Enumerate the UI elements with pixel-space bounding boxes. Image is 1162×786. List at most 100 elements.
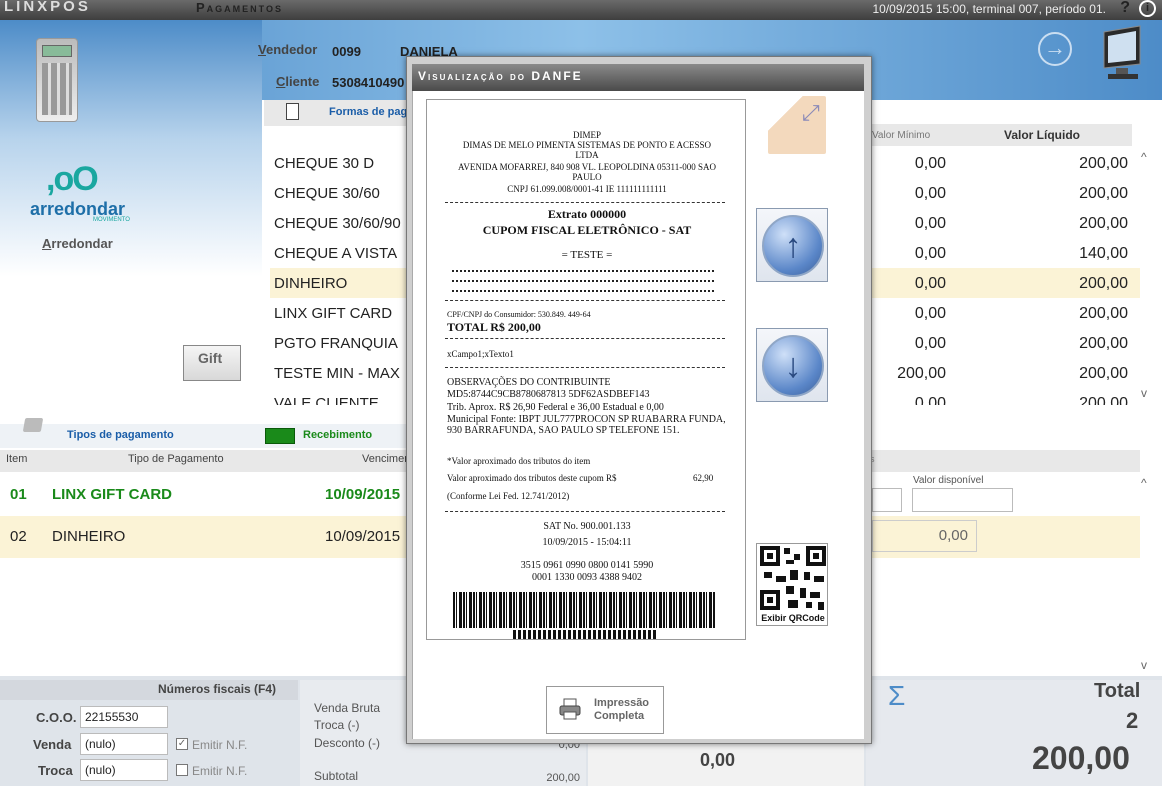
- arredondar-logo-sub: MOVIMENTO: [93, 217, 130, 223]
- header-tipo: Tipo de Pagamento: [128, 453, 224, 465]
- receipt-divider: [445, 338, 725, 339]
- row-value-input[interactable]: 0,00: [872, 520, 977, 552]
- payment-method-item[interactable]: CHEQUE 30/60: [270, 179, 410, 209]
- scroll-up-icon[interactable]: ^: [1141, 150, 1147, 164]
- receipt-divider: [445, 300, 725, 301]
- recebimento-indicator: [265, 428, 295, 444]
- row-tipo: DINHEIRO: [52, 528, 126, 545]
- emitir-nf-checkbox[interactable]: [176, 764, 188, 776]
- receipt-divider: [445, 202, 725, 203]
- liquid-value: 200,00: [1079, 275, 1128, 292]
- status-text: 10/09/2015 15:00, terminal 007, período …: [872, 2, 1106, 16]
- receipt-line: DIMEP: [572, 130, 601, 140]
- venda-label: Venda: [33, 737, 72, 752]
- monitor-icon[interactable]: [1096, 24, 1146, 84]
- available-label: Valor disponível: [913, 475, 984, 486]
- seller-code: 0099: [332, 44, 361, 59]
- receipt-divider: [445, 511, 725, 512]
- receipt-obs: OBSERVAÇÕES DO CONTRIBUINTE: [447, 377, 611, 388]
- arrow-up-icon: ↑: [762, 215, 824, 277]
- row-tipo: LINX GIFT CARD: [52, 486, 172, 503]
- receipt-aprox2-value: 62,90: [693, 473, 714, 483]
- min-value: 0,00: [914, 245, 946, 262]
- receipt-datetime: 10/09/2015 - 15:04:11: [542, 537, 632, 548]
- troca-minus-label: Troca (-): [314, 718, 360, 732]
- liquid-value: 200,00: [1079, 215, 1128, 232]
- total-value: 200,00: [1032, 740, 1130, 776]
- receipt-preview: DIMEP DIMAS DE MELO PIMENTA SISTEMAS DE …: [426, 99, 746, 640]
- min-value: 200,00: [897, 365, 946, 382]
- liquid-value: 200,00: [1079, 305, 1128, 322]
- available-input[interactable]: [912, 488, 1013, 512]
- scroll-up-button[interactable]: ↑: [756, 208, 828, 282]
- row-venc: 10/09/2015: [325, 528, 401, 545]
- payment-method-item[interactable]: DINHEIRO: [270, 269, 410, 299]
- receipt-cupom: CUPOM FISCAL ELETRÔNICO - SAT: [482, 223, 692, 237]
- total-count: 2: [1126, 708, 1139, 733]
- scroll-up-icon[interactable]: ^: [1141, 476, 1147, 490]
- arredondar-logo: ,oO: [46, 160, 99, 198]
- receipt-key: 3515 0961 0990 0800 0141 5990: [520, 560, 654, 571]
- change-value: 0,00: [700, 750, 736, 770]
- liquid-value: 200,00: [1079, 155, 1128, 172]
- payment-method-item[interactable]: VALE CLIENTE: [270, 389, 410, 405]
- printer-icon: [559, 698, 581, 720]
- recebimento-label[interactable]: Recebimento: [303, 429, 372, 441]
- row-item: 02: [10, 528, 27, 545]
- print-full-label: Impressão Completa: [594, 697, 649, 723]
- receipt-campo: xCampo1;xTexto1: [447, 349, 514, 359]
- payment-method-item[interactable]: PGTO FRANQUIA: [270, 329, 410, 359]
- print-label-line2: Completa: [594, 710, 645, 722]
- emitir-nf-label: Emitir N.F.: [192, 738, 248, 752]
- payment-method-item[interactable]: CHEQUE A VISTA: [270, 239, 410, 269]
- screen-title: Pagamentos: [196, 0, 284, 15]
- receipt-lei: (Conforme Lei Fed. 12.741/2012): [447, 491, 570, 501]
- receipt-divider: [452, 280, 714, 282]
- troca-input[interactable]: (nulo): [80, 759, 168, 781]
- receipt-teste: = TESTE =: [561, 249, 613, 261]
- info-icon[interactable]: i: [1139, 0, 1156, 17]
- emitir-nf-checkbox[interactable]: ✓: [176, 738, 188, 750]
- row-item: 01: [10, 486, 27, 503]
- tipos-label[interactable]: Tipos de pagamento: [67, 429, 174, 441]
- liquid-value: 200,00: [1079, 335, 1128, 352]
- qrcode-strip: [513, 630, 657, 639]
- receipt-key: 0001 1330 0093 4388 9402: [532, 572, 642, 583]
- venda-input[interactable]: (nulo): [80, 733, 168, 755]
- barcode-image: [453, 592, 715, 628]
- payment-method-item[interactable]: LINX GIFT CARD: [270, 299, 410, 329]
- receipt-fonte: Municipal Fonte: IBPT JUL777PROCON SP RU…: [447, 414, 726, 436]
- card-icon: [22, 418, 44, 432]
- brand-logo: LINXPOS: [4, 0, 91, 15]
- liquid-value: 200,00: [1079, 185, 1128, 202]
- subtotal-value: 200,00: [546, 772, 580, 784]
- help-icon[interactable]: ?: [1120, 0, 1130, 17]
- row-venc: 10/09/2015: [325, 486, 401, 503]
- scroll-down-icon[interactable]: v: [1141, 658, 1147, 672]
- qrcode-label: Exibir QRCode: [761, 613, 825, 623]
- payment-method-item[interactable]: CHEQUE 30 D: [270, 149, 410, 179]
- coo-input[interactable]: 22155530: [80, 706, 168, 728]
- troca-label: Troca: [38, 763, 73, 778]
- arrow-right-icon[interactable]: →: [1038, 32, 1072, 66]
- payment-method-item[interactable]: TESTE MIN - MAX: [270, 359, 410, 389]
- min-value: 0,00: [914, 155, 946, 172]
- min-value: 0,00: [914, 305, 946, 322]
- receipt-extrato: Extrato 000000: [547, 207, 627, 221]
- receipt-md5: MD5:8744C9CB8780687813 5DF62ASDBEF143: [447, 389, 650, 400]
- gift-card-button[interactable]: Gift: [183, 345, 241, 381]
- payment-method-item[interactable]: CHEQUE 30/60/90: [270, 209, 410, 239]
- receipt-divider: [452, 270, 714, 272]
- receipt-sat: SAT No. 900.001.133: [543, 521, 631, 532]
- emitir-nf-label: Emitir N.F.: [192, 764, 248, 778]
- scroll-down-button[interactable]: ↓: [756, 328, 828, 402]
- arredondar-link[interactable]: Arredondar: [42, 236, 113, 251]
- subtotal-label: Subtotal: [314, 769, 359, 783]
- calculator-icon[interactable]: [36, 38, 78, 122]
- row-value-input[interactable]: [872, 488, 902, 512]
- column-header-min: Valor Mínimo: [872, 130, 931, 141]
- scroll-down-icon[interactable]: v: [1141, 386, 1147, 400]
- export-icon: ⤢: [802, 100, 820, 125]
- client-label: Cliente: [276, 74, 320, 89]
- fiscal-title[interactable]: Números fiscais (F4): [158, 682, 276, 696]
